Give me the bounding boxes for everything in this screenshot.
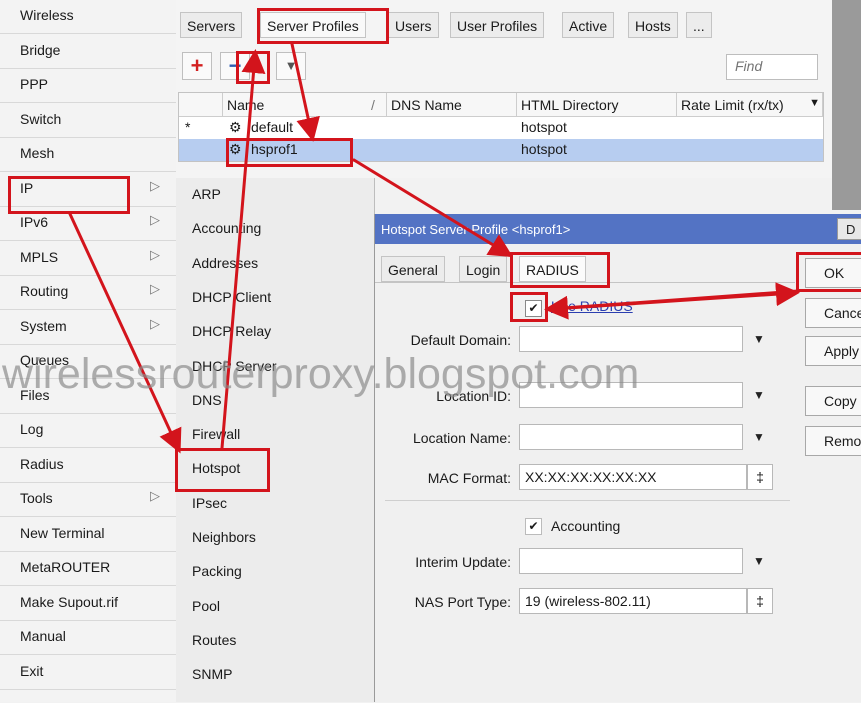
arrow-profiles-to-hsprof1	[290, 42, 320, 142]
arrow-ip-to-hotspot	[68, 212, 182, 454]
arrow-hsprof1-to-radius	[352, 158, 514, 258]
watermark-text: wirelessrouterproxy.blogspot.com	[2, 350, 640, 398]
arrow-ok-to-use-radius	[544, 289, 800, 320]
